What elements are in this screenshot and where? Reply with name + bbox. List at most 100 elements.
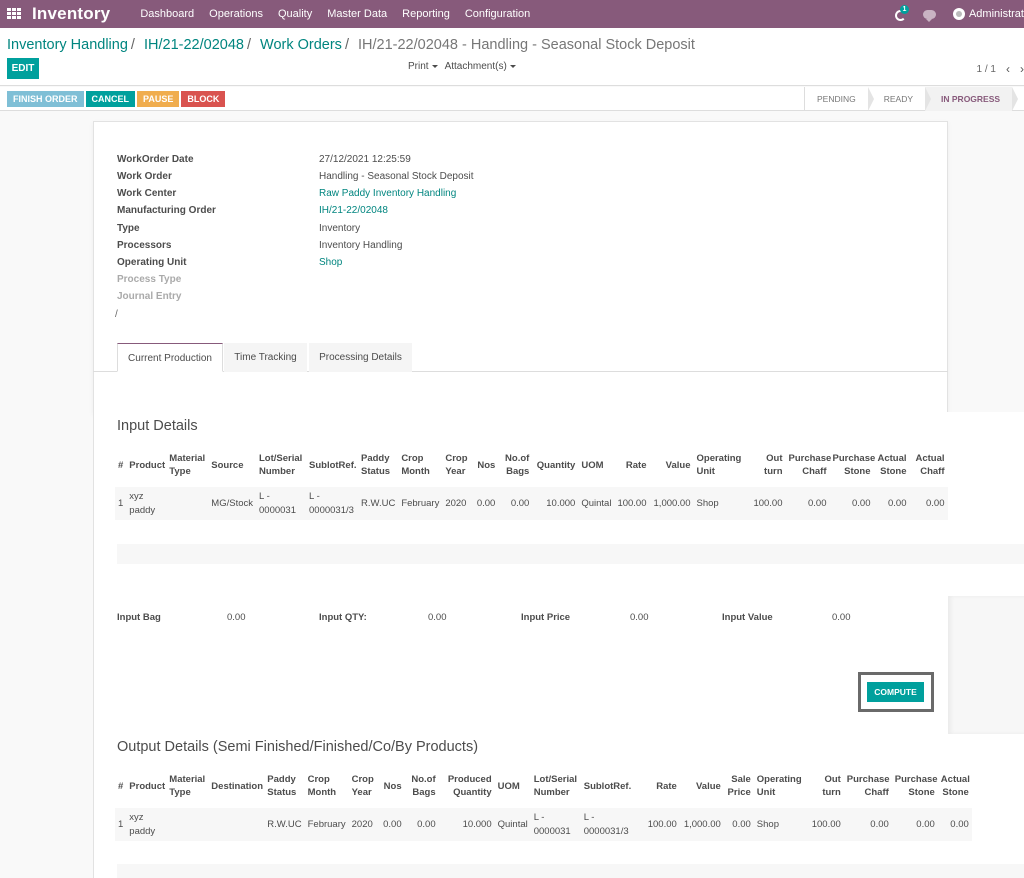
header-text: Rate: [656, 780, 677, 792]
column-header[interactable]: Paddy Status: [264, 764, 304, 808]
header-text: Purchase: [894, 774, 938, 785]
total-value: 0.00: [428, 612, 447, 623]
pause-button[interactable]: PAUSE: [137, 91, 180, 107]
pager-next-icon[interactable]: ›: [1020, 62, 1024, 76]
input-bag-total: Input Bag: [117, 612, 161, 623]
column-header[interactable]: Actual Chaff: [910, 443, 948, 487]
column-header[interactable]: Nos: [379, 764, 405, 808]
column-header[interactable]: Source: [208, 443, 256, 487]
column-header[interactable]: Product: [126, 443, 166, 487]
cell-text: 1,000.00: [683, 818, 721, 830]
column-header[interactable]: SublotRef.: [581, 764, 645, 808]
menu-quality[interactable]: Quality: [270, 8, 319, 20]
column-header[interactable]: No.of Bags: [405, 764, 439, 808]
column-header[interactable]: Produced Quantity: [439, 764, 495, 808]
header-text: Purchase: [832, 453, 876, 464]
column-header[interactable]: Out turn: [800, 764, 844, 808]
header-text: Month: [401, 466, 430, 477]
compute-button[interactable]: COMPUTE: [867, 682, 924, 702]
menu-configuration[interactable]: Configuration: [457, 8, 537, 20]
header-text: Purchase: [788, 453, 832, 464]
column-header[interactable]: #: [115, 443, 126, 487]
stage-pending[interactable]: PENDING: [805, 87, 874, 111]
stage-ready[interactable]: READY: [868, 87, 932, 111]
breadcrumb-inventory-handling[interactable]: Inventory Handling: [7, 37, 128, 53]
menu-dashboard[interactable]: Dashboard: [132, 8, 201, 20]
column-header[interactable]: Sale Price: [724, 764, 754, 808]
app-name[interactable]: Inventory: [32, 4, 110, 24]
column-header[interactable]: Material Type: [166, 764, 208, 808]
finish-order-button[interactable]: FINISH ORDER: [7, 91, 84, 107]
column-header[interactable]: No.of Bags: [498, 443, 532, 487]
column-header[interactable]: UOM: [495, 764, 531, 808]
column-header[interactable]: Product: [126, 764, 166, 808]
header-text: Paddy: [267, 774, 296, 785]
header-text: Crop: [445, 453, 468, 464]
apps-grid-icon[interactable]: [7, 8, 21, 20]
table-cell: L - 0000031/3: [580, 808, 645, 841]
column-header[interactable]: Value: [680, 764, 724, 808]
column-header[interactable]: Purchase Chaff: [844, 764, 892, 808]
tab-time-tracking[interactable]: Time Tracking: [224, 343, 307, 372]
column-header[interactable]: Lot/Serial Number: [256, 443, 306, 487]
column-header[interactable]: Purchase Stone: [892, 764, 938, 808]
column-header[interactable]: Rate: [645, 764, 680, 808]
column-header[interactable]: Lot/Serial Number: [531, 764, 581, 808]
header-text: Stone: [844, 466, 871, 477]
column-header[interactable]: Paddy Status: [358, 443, 398, 487]
table-row[interactable]: 1 xyz paddy MG/Stock L - 0000031 L - 0000031/3 R…: [115, 487, 948, 520]
table-cell: [166, 487, 209, 520]
cell-text: L -: [259, 490, 270, 502]
column-header[interactable]: Rate: [614, 443, 649, 487]
block-button[interactable]: BLOCK: [181, 91, 226, 107]
breadcrumb-work-orders[interactable]: Work Orders: [260, 37, 342, 53]
column-header[interactable]: Nos: [472, 443, 498, 487]
column-header[interactable]: Out turn: [740, 443, 786, 487]
column-header[interactable]: Crop Year: [349, 764, 379, 808]
print-dropdown[interactable]: Print: [408, 61, 438, 72]
breadcrumb-manufacturing-order[interactable]: IH/21-22/02048: [144, 37, 244, 53]
cancel-button[interactable]: CANCEL: [85, 91, 136, 107]
pager-value[interactable]: 1 / 1: [977, 64, 996, 75]
table-row[interactable]: 1 xyz paddy R.W.UC February 2020 0.00 0.00 10.00…: [115, 808, 972, 841]
manufacturing-order-link[interactable]: IH/21-22/02048: [319, 205, 388, 216]
column-header[interactable]: Actual Stone: [874, 443, 910, 487]
tab-processing-details[interactable]: Processing Details: [309, 343, 412, 372]
column-header[interactable]: Crop Year: [442, 443, 472, 487]
column-header[interactable]: #: [115, 764, 126, 808]
activity-clock-icon[interactable]: 1: [894, 5, 909, 21]
table-cell: 0.00: [891, 808, 938, 841]
column-header[interactable]: Operating Unit: [694, 443, 742, 487]
attachments-dropdown[interactable]: Attachment(s): [445, 61, 516, 72]
column-header[interactable]: Destination: [208, 764, 264, 808]
tab-current-production[interactable]: Current Production: [117, 343, 223, 372]
user-menu[interactable]: Administrat: [969, 8, 1024, 20]
chat-bubble-icon[interactable]: [922, 9, 936, 22]
column-header[interactable]: Quantity: [532, 443, 578, 487]
input-qty-value: 0.00: [428, 612, 447, 623]
header-text: Material: [169, 774, 206, 785]
column-header[interactable]: Crop Month: [305, 764, 349, 808]
menu-master-data[interactable]: Master Data: [319, 8, 394, 20]
top-navbar: Inventory Dashboard Operations Quality M…: [0, 0, 1024, 28]
edit-button[interactable]: EDIT: [7, 58, 39, 79]
menu-reporting[interactable]: Reporting: [394, 8, 457, 20]
work-center-link[interactable]: Raw Paddy Inventory Handling: [319, 188, 456, 199]
column-header[interactable]: UOM: [578, 443, 614, 487]
menu-operations[interactable]: Operations: [201, 8, 270, 20]
stage-in-progress[interactable]: IN PROGRESS: [925, 87, 1019, 111]
output-add-line-row[interactable]: [117, 864, 1024, 878]
column-header[interactable]: Purchase Stone: [830, 443, 876, 487]
pager-previous-icon[interactable]: ‹: [1006, 62, 1010, 76]
column-header[interactable]: Value: [650, 443, 694, 487]
table-cell: [166, 808, 209, 841]
input-add-line-row[interactable]: [117, 544, 1024, 564]
column-header[interactable]: Material Type: [166, 443, 208, 487]
operating-unit-link[interactable]: Shop: [319, 257, 342, 268]
column-header[interactable]: Actual Stone: [938, 764, 972, 808]
column-header[interactable]: Purchase Chaff: [786, 443, 832, 487]
column-header[interactable]: Operating Unit: [754, 764, 802, 808]
user-avatar[interactable]: [952, 8, 965, 20]
column-header[interactable]: Crop Month: [398, 443, 442, 487]
column-header[interactable]: SublotRef.: [306, 443, 358, 487]
